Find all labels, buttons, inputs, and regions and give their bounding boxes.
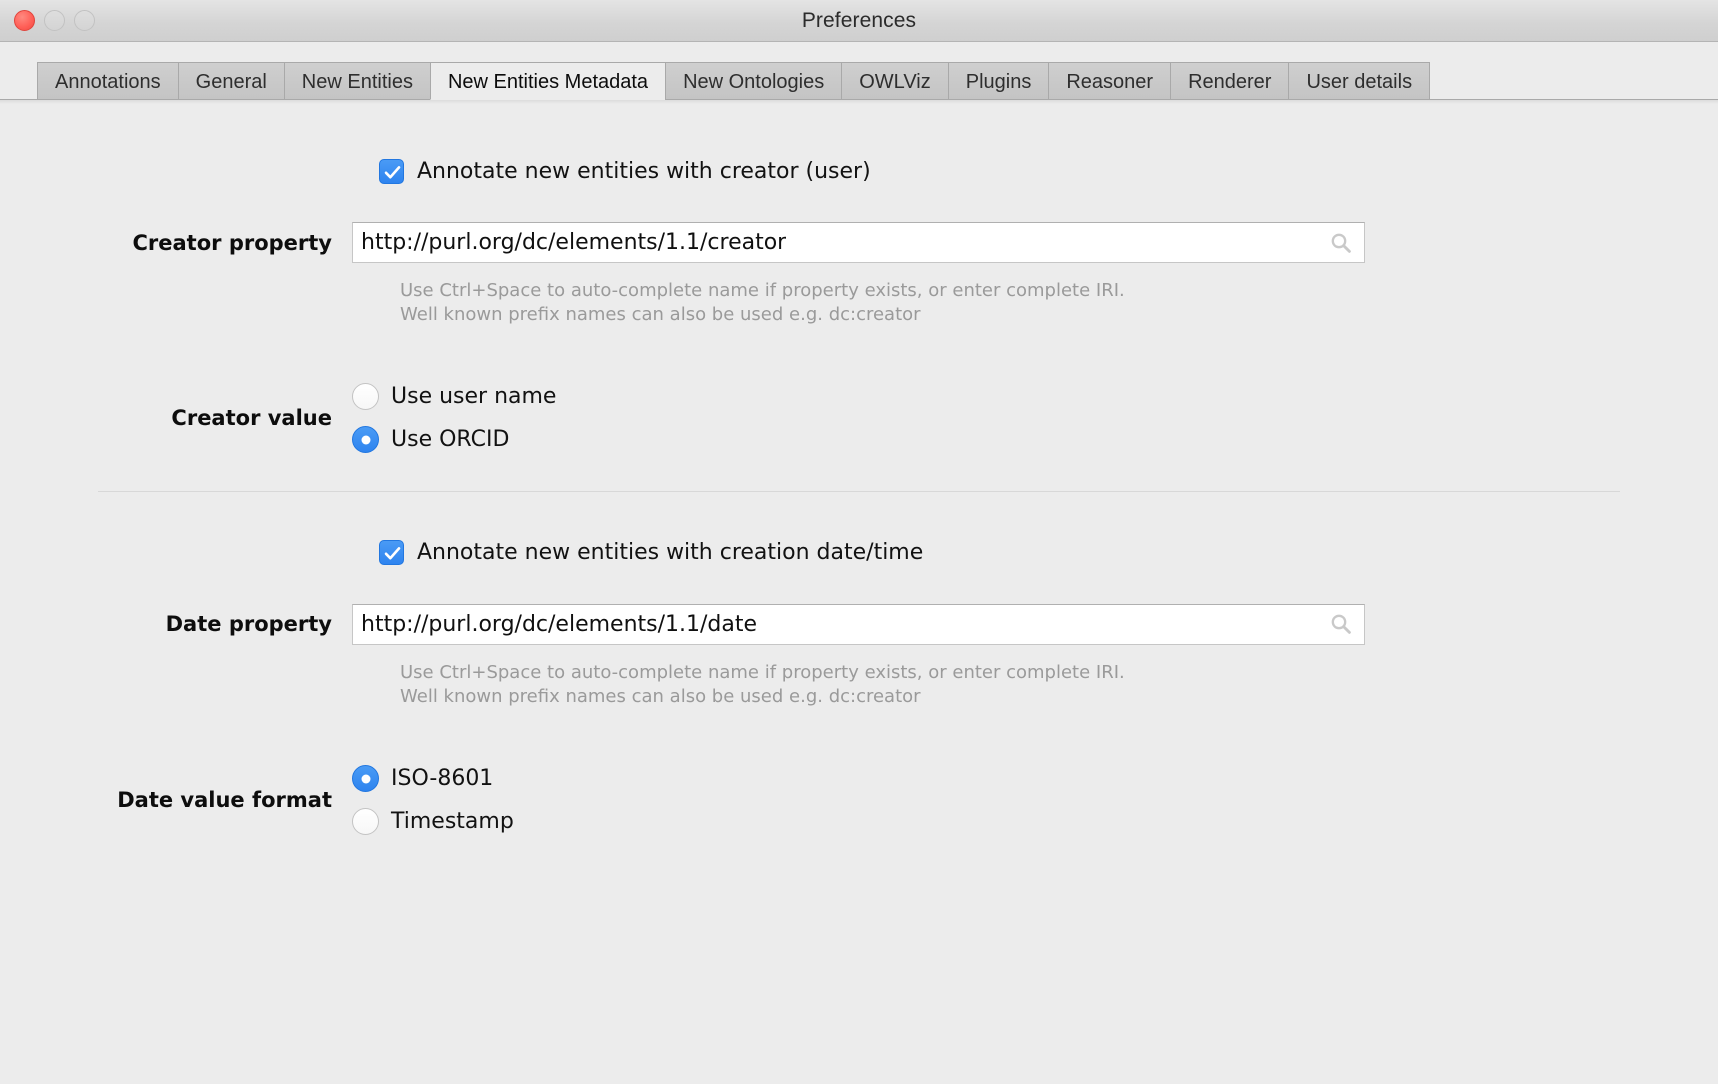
preferences-content: Annotate new entities with creator (user…: [0, 104, 1718, 1084]
creator-property-label: Creator property: [132, 230, 333, 255]
annotate-date-checkbox-row[interactable]: Annotate new entities with creation date…: [379, 538, 1718, 568]
annotate-date-checkbox[interactable]: [379, 540, 404, 566]
creator-hint-line-2: Well known prefix names can also be used…: [400, 304, 921, 326]
creator-hint-line-1: Use Ctrl+Space to auto-complete name if …: [400, 280, 1125, 301]
creator-property-hint: Use Ctrl+Space to auto-complete name if …: [400, 279, 1718, 328]
search-icon[interactable]: [1329, 231, 1353, 255]
tab-plugins[interactable]: Plugins: [947, 62, 1049, 100]
radio-use-orcid[interactable]: [352, 426, 379, 454]
tab-owlviz[interactable]: OWLViz: [841, 62, 948, 100]
tab-general[interactable]: General: [177, 62, 284, 100]
creator-property-input[interactable]: http://purl.org/dc/elements/1.1/creator: [352, 222, 1365, 263]
creator-value-option-orcid[interactable]: Use ORCID: [352, 425, 556, 455]
radio-use-orcid-label: Use ORCID: [391, 427, 510, 453]
tab-renderer[interactable]: Renderer: [1170, 62, 1289, 100]
radio-use-user-name-label: Use user name: [391, 384, 557, 410]
radio-iso-8601[interactable]: [352, 765, 379, 793]
date-value-format-row: Date value format ISO-8601 Timestamp: [0, 764, 1718, 837]
window-controls: [14, 0, 95, 41]
checkmark-icon: [384, 165, 401, 178]
creator-value-radio-group: Use user name Use ORCID: [352, 382, 556, 455]
minimize-button[interactable]: [44, 10, 65, 31]
date-hint-line-2: Well known prefix names can also be used…: [400, 686, 921, 708]
search-icon[interactable]: [1329, 612, 1353, 636]
date-hint-line-1: Use Ctrl+Space to auto-complete name if …: [400, 661, 1125, 683]
tab-new-entities[interactable]: New Entities: [283, 62, 430, 100]
date-value-format-label: Date value format: [117, 788, 332, 813]
title-bar: Preferences: [0, 0, 1718, 42]
annotate-creator-label: Annotate new entities with creator (user…: [417, 158, 871, 184]
date-format-option-iso[interactable]: ISO-8601: [352, 764, 514, 794]
date-property-value: http://purl.org/dc/elements/1.1/date: [361, 611, 758, 637]
tab-annotations[interactable]: Annotations: [37, 62, 178, 100]
date-property-input[interactable]: http://purl.org/dc/elements/1.1/date: [352, 603, 1365, 645]
annotate-date-label: Annotate new entities with creation date…: [417, 540, 924, 566]
tab-bar-container: Annotations General New Entities New Ent…: [0, 42, 1718, 104]
creator-value-option-user-name[interactable]: Use user name: [352, 382, 556, 412]
creator-value-label: Creator value: [171, 406, 332, 431]
close-button[interactable]: [14, 10, 35, 31]
date-property-hint: Use Ctrl+Space to auto-complete name if …: [400, 661, 1718, 710]
annotate-creator-checkbox-row[interactable]: Annotate new entities with creator (user…: [379, 156, 1718, 186]
radio-iso-8601-label: ISO-8601: [391, 766, 494, 792]
tab-user-details[interactable]: User details: [1288, 62, 1431, 100]
date-property-label: Date property: [165, 612, 332, 637]
annotate-creator-checkbox[interactable]: [379, 158, 404, 184]
tab-bar: Annotations General New Entities New Ent…: [0, 62, 1718, 100]
window-title: Preferences: [801, 8, 917, 32]
date-format-option-timestamp[interactable]: Timestamp: [352, 807, 514, 837]
tab-new-ontologies[interactable]: New Ontologies: [665, 62, 842, 100]
tab-new-entities-metadata[interactable]: New Entities Metadata: [429, 62, 666, 100]
creator-value-row: Creator value Use user name Use ORCID: [0, 382, 1718, 455]
creator-property-row: Creator property http://purl.org/dc/elem…: [0, 222, 1718, 263]
tab-reasoner[interactable]: Reasoner: [1048, 62, 1171, 100]
radio-timestamp[interactable]: [352, 808, 379, 836]
date-property-row: Date property http://purl.org/dc/element…: [0, 603, 1718, 645]
date-format-radio-group: ISO-8601 Timestamp: [352, 764, 514, 837]
checkmark-icon: [384, 547, 401, 560]
radio-use-user-name[interactable]: [352, 383, 379, 411]
radio-timestamp-label: Timestamp: [391, 809, 514, 835]
preferences-window: Preferences Annotations General New Enti…: [0, 0, 1718, 1084]
maximize-button[interactable]: [74, 10, 95, 31]
creator-property-value: http://purl.org/dc/elements/1.1/creator: [361, 230, 787, 255]
